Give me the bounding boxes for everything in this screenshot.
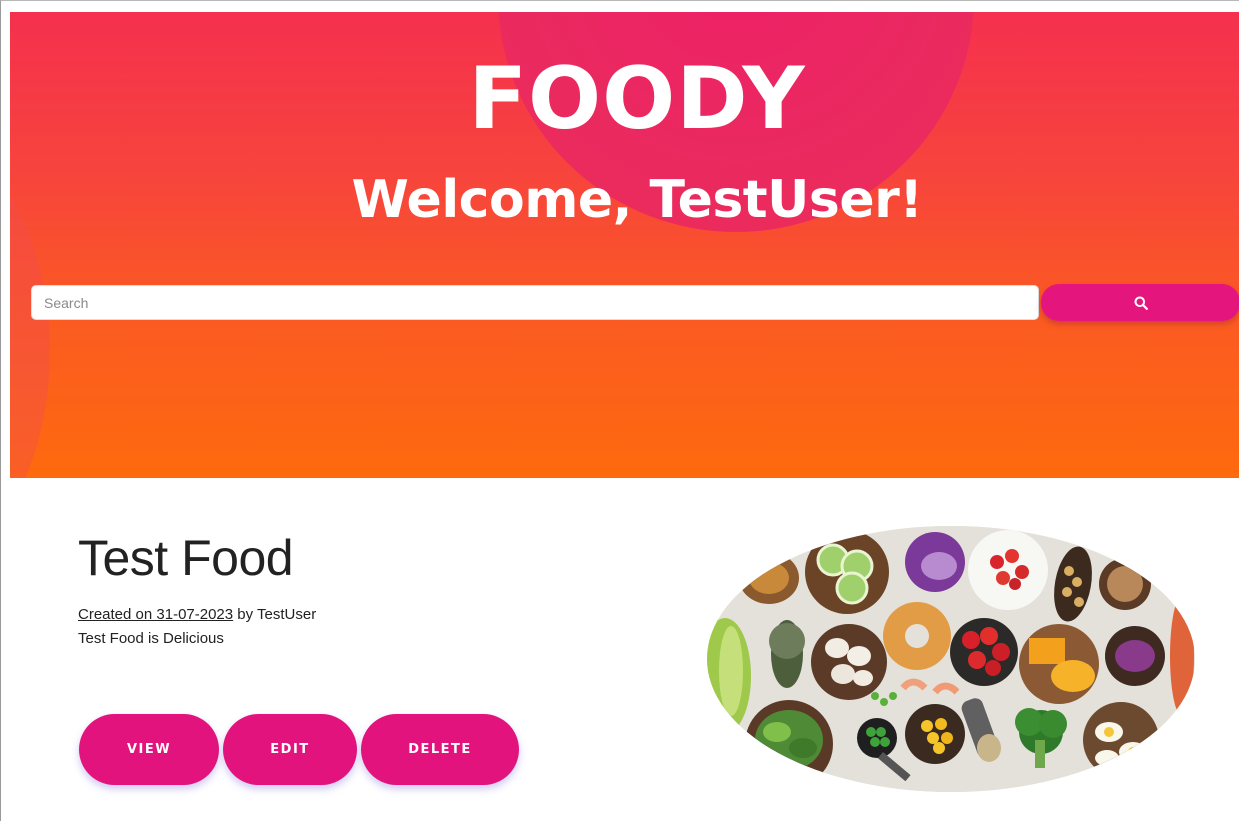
view-button[interactable]: VIEW xyxy=(79,714,219,785)
search-icon xyxy=(1134,296,1148,310)
search-input[interactable] xyxy=(31,285,1039,320)
hero-banner: FOODY Welcome, TestUser! xyxy=(10,12,1239,478)
created-date-link[interactable]: Created on 31-07-2023 xyxy=(78,606,233,623)
search-button[interactable] xyxy=(1041,284,1239,321)
food-title: Test Food xyxy=(78,530,294,586)
food-description: Test Food is Delicious xyxy=(78,630,224,647)
welcome-message: Welcome, TestUser! xyxy=(351,170,923,230)
food-image xyxy=(707,526,1195,792)
delete-button[interactable]: DELETE xyxy=(361,714,519,785)
food-illustration xyxy=(707,526,1195,792)
brand-title: FOODY xyxy=(468,49,806,149)
app-window: FOODY Welcome, TestUser! Test Food Creat… xyxy=(0,0,1239,821)
food-meta: Created on 31-07-2023 by TestUser xyxy=(78,605,316,625)
edit-button[interactable]: EDIT xyxy=(223,714,357,785)
author-text: by TestUser xyxy=(233,606,317,623)
